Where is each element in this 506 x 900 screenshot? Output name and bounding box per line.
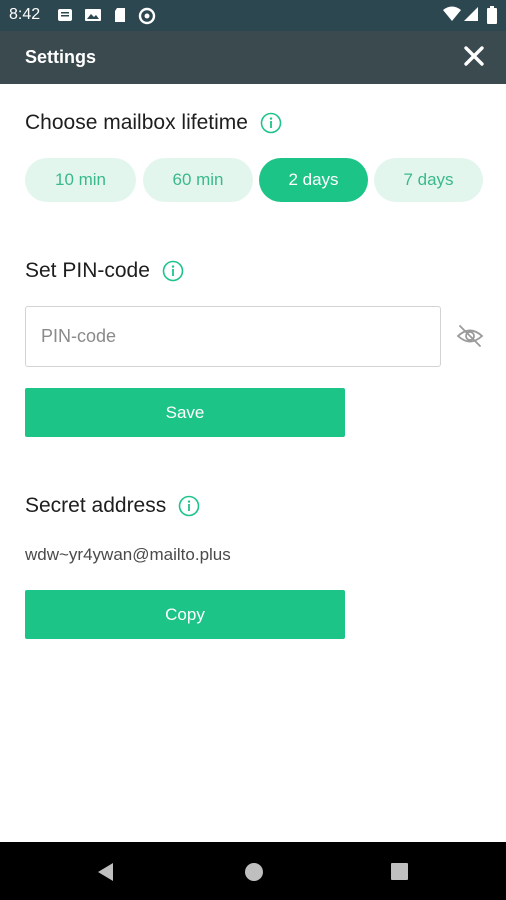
copy-button[interactable]: Copy (25, 590, 345, 639)
notification-icon (58, 9, 72, 21)
back-icon[interactable] (96, 862, 116, 882)
pin-code-input[interactable] (25, 306, 441, 367)
info-icon[interactable] (178, 495, 200, 517)
sync-icon (138, 7, 156, 25)
info-icon[interactable] (162, 260, 184, 282)
secret-address-value: wdw~yr4ywan@mailto.plus (25, 545, 231, 564)
page-title: Settings (25, 47, 97, 67)
lifetime-option-2days[interactable]: 2 days (259, 158, 368, 202)
lifetime-option-7days[interactable]: 7 days (374, 158, 483, 202)
status-bar: 8:42 (0, 0, 506, 31)
lifetime-title: Choose mailbox lifetime (25, 111, 248, 134)
pin-section-title: Set PIN-code (25, 259, 184, 283)
recents-icon[interactable] (390, 862, 409, 881)
sd-card-icon (115, 8, 125, 22)
close-icon[interactable] (463, 45, 485, 67)
system-nav-bar (0, 842, 506, 900)
eye-off-icon[interactable] (456, 324, 484, 348)
battery-icon (487, 6, 497, 24)
status-time: 8:42 (9, 6, 41, 23)
home-icon[interactable] (244, 862, 264, 882)
app-bar: Settings (0, 31, 506, 84)
lifetime-option-10min[interactable]: 10 min (25, 158, 136, 202)
signal-icon (464, 7, 478, 21)
secret-section-title: Secret address (25, 494, 200, 518)
secret-title: Secret address (25, 494, 167, 517)
wifi-icon (443, 6, 461, 21)
save-button[interactable]: Save (25, 388, 345, 437)
image-icon (85, 9, 101, 21)
lifetime-section-title: Choose mailbox lifetime (25, 111, 282, 135)
pin-title: Set PIN-code (25, 259, 150, 282)
info-icon[interactable] (260, 112, 282, 134)
lifetime-option-60min[interactable]: 60 min (143, 158, 253, 202)
